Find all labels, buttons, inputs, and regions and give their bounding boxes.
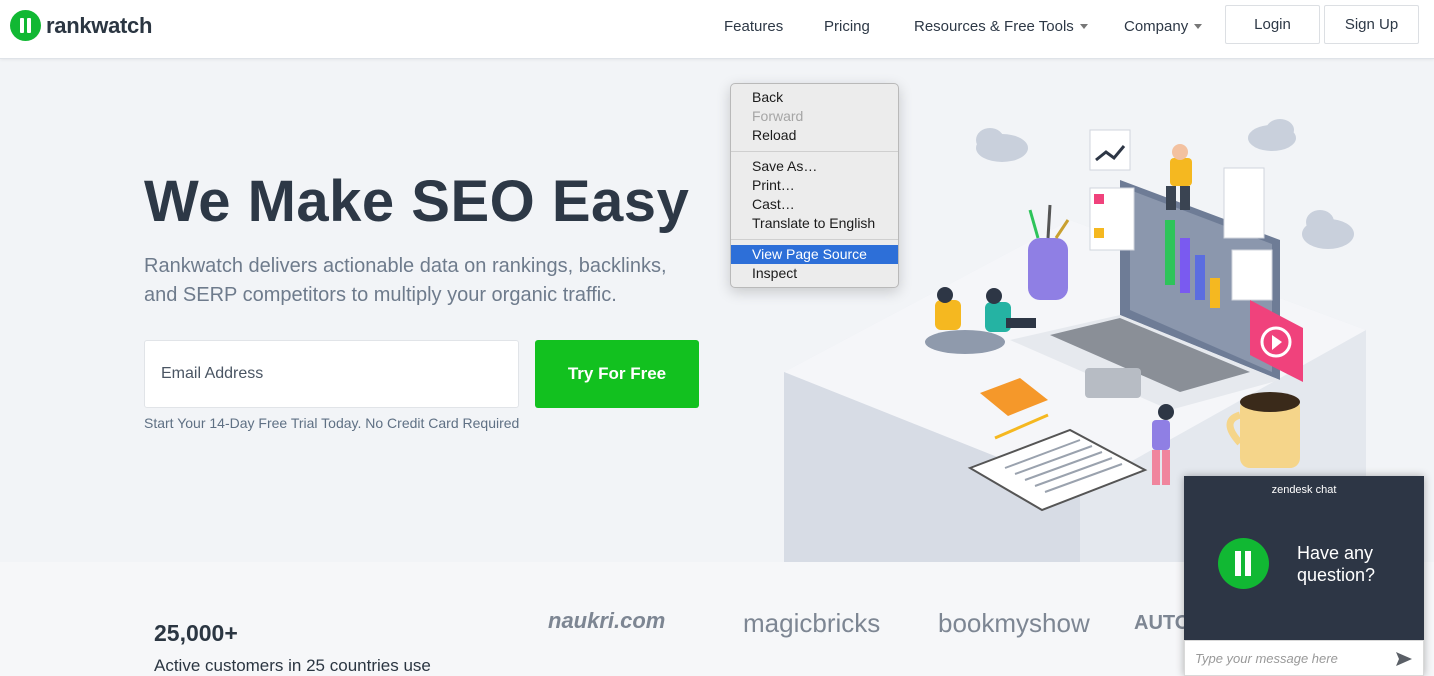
chat-header: zendesk chat — [1271, 484, 1337, 496]
nav-resources[interactable]: Resources & Free Tools — [914, 18, 1088, 35]
context-menu: Back Forward Reload Save As… Print… Cast… — [730, 83, 899, 288]
nav-resources-label: Resources & Free Tools — [914, 18, 1074, 35]
nav-company-label: Company — [1124, 18, 1189, 35]
menu-item-inspect[interactable]: Inspect — [731, 264, 898, 283]
logo-mark-icon — [10, 10, 41, 41]
send-icon[interactable] — [1395, 650, 1413, 668]
try-for-free-button[interactable]: Try For Free — [535, 340, 699, 408]
cloud-icon — [1248, 119, 1296, 151]
chat-widget: zendesk chat Have any question? Type you… — [1184, 476, 1424, 676]
menu-item-translate[interactable]: Translate to English — [731, 214, 898, 233]
menu-item-view-page-source[interactable]: View Page Source — [731, 245, 898, 264]
client-logo-bookmyshow: bookmyshow — [938, 608, 1090, 638]
chat-input-placeholder: Type your message here — [1195, 651, 1338, 666]
menu-item-back[interactable]: Back — [731, 88, 898, 107]
client-logo-magicbricks: magicbricks — [743, 608, 881, 638]
client-logo-auto: AUTO — [1134, 612, 1191, 634]
signup-button[interactable]: Sign Up — [1324, 5, 1419, 44]
customer-count: 25,000+ — [154, 620, 238, 646]
hero-subtitle: Rankwatch delivers actionable data on ra… — [144, 255, 667, 306]
menu-item-cast[interactable]: Cast… — [731, 195, 898, 214]
client-logo-naukri: naukri.com — [548, 608, 666, 633]
chevron-down-icon — [1079, 23, 1088, 29]
login-button[interactable]: Login — [1225, 5, 1320, 44]
trial-note: Start Your 14-Day Free Trial Today. No C… — [144, 415, 520, 431]
menu-item-save-as[interactable]: Save As… — [731, 157, 898, 176]
nav-company[interactable]: Company — [1124, 18, 1203, 35]
customers-text: Active customers in 25 countries use — [154, 656, 431, 675]
cloud-icon — [1302, 210, 1354, 249]
cloud-icon — [976, 128, 1028, 162]
chat-question: Have any question? — [1297, 543, 1376, 585]
chevron-down-icon — [1194, 23, 1203, 29]
logo-text: rankwatch — [46, 12, 153, 38]
email-input[interactable]: Email Address — [144, 340, 519, 408]
hero-title: We Make SEO Easy — [144, 169, 690, 234]
menu-item-forward: Forward — [752, 108, 804, 124]
nav-pricing[interactable]: Pricing — [824, 18, 870, 35]
chat-message-input[interactable]: Type your message here — [1184, 640, 1424, 676]
site-header: rankwatch Features Pricing Resources & F… — [0, 0, 1434, 59]
menu-item-reload[interactable]: Reload — [731, 126, 898, 145]
rankwatch-logo[interactable]: rankwatch — [10, 10, 152, 41]
nav-features[interactable]: Features — [724, 18, 783, 35]
menu-separator — [731, 151, 898, 152]
menu-separator — [731, 239, 898, 240]
menu-item-print[interactable]: Print… — [731, 176, 898, 195]
rankwatch-logo-icon — [1218, 538, 1269, 589]
